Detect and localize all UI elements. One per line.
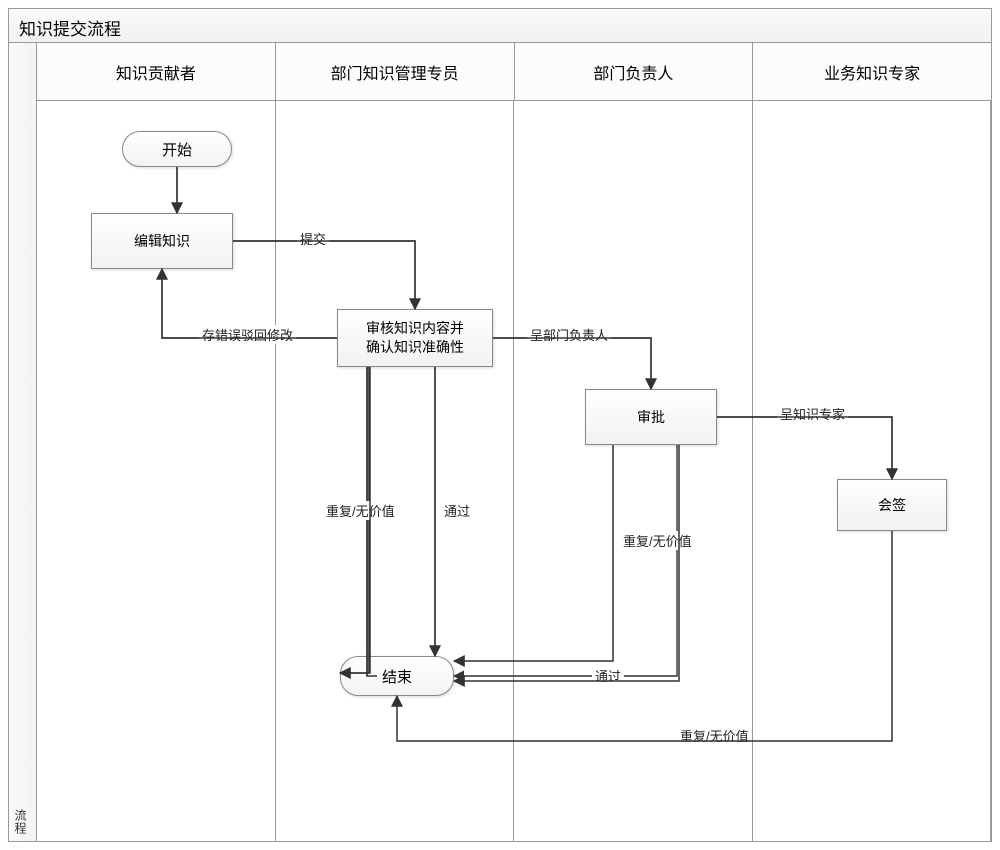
end-node: 结束 (340, 656, 454, 696)
edge-pass-approve: 通过 (592, 666, 624, 685)
approve-node: 审批 (585, 389, 717, 445)
lane-header-expert: 业务知识专家 (753, 43, 991, 100)
edge-dup-approve: 重复/无价值 (620, 531, 695, 550)
edge-reject: 存错误驳回修改 (199, 325, 296, 344)
edge-submit: 提交 (297, 229, 329, 248)
edit-node: 编辑知识 (91, 213, 233, 269)
diagram-frame: 知识提交流程 流程 知识贡献者 部门知识管理专员 部门负责人 业务知识专家 开始… (8, 8, 992, 842)
lane-km-specialist (276, 101, 515, 841)
edge-pass-review: 通过 (441, 501, 473, 520)
lane-contributor (37, 101, 276, 841)
lane-expert (753, 101, 992, 841)
swimlane-container: 知识贡献者 部门知识管理专员 部门负责人 业务知识专家 开始 编辑知识 审核知识… (37, 43, 991, 841)
diagram-title: 知识提交流程 (9, 9, 991, 43)
edge-to-expert: 呈知识专家 (777, 404, 848, 423)
lane-header-contributor: 知识贡献者 (37, 43, 276, 100)
diagram-body: 流程 知识贡献者 部门知识管理专员 部门负责人 业务知识专家 开始 编辑知识 审… (9, 43, 991, 841)
lane-header-dept-head: 部门负责人 (515, 43, 754, 100)
edge-to-dept-head: 呈部门负责人 (527, 325, 611, 344)
lane-headers: 知识贡献者 部门知识管理专员 部门负责人 业务知识专家 (37, 43, 991, 101)
cosign-node: 会签 (837, 479, 947, 531)
edge-dup-review: 重复/无价值 (323, 501, 398, 520)
edge-dup-cosign: 重复/无价值 (677, 726, 752, 745)
side-tab: 流程 (9, 43, 37, 841)
lane-header-km-specialist: 部门知识管理专员 (276, 43, 515, 100)
start-node: 开始 (122, 131, 232, 167)
side-tab-label: 流程 (12, 809, 29, 835)
review-node: 审核知识内容并 确认知识准确性 (337, 309, 493, 367)
lane-bodies: 开始 编辑知识 审核知识内容并 确认知识准确性 审批 会签 结束 (37, 101, 991, 841)
